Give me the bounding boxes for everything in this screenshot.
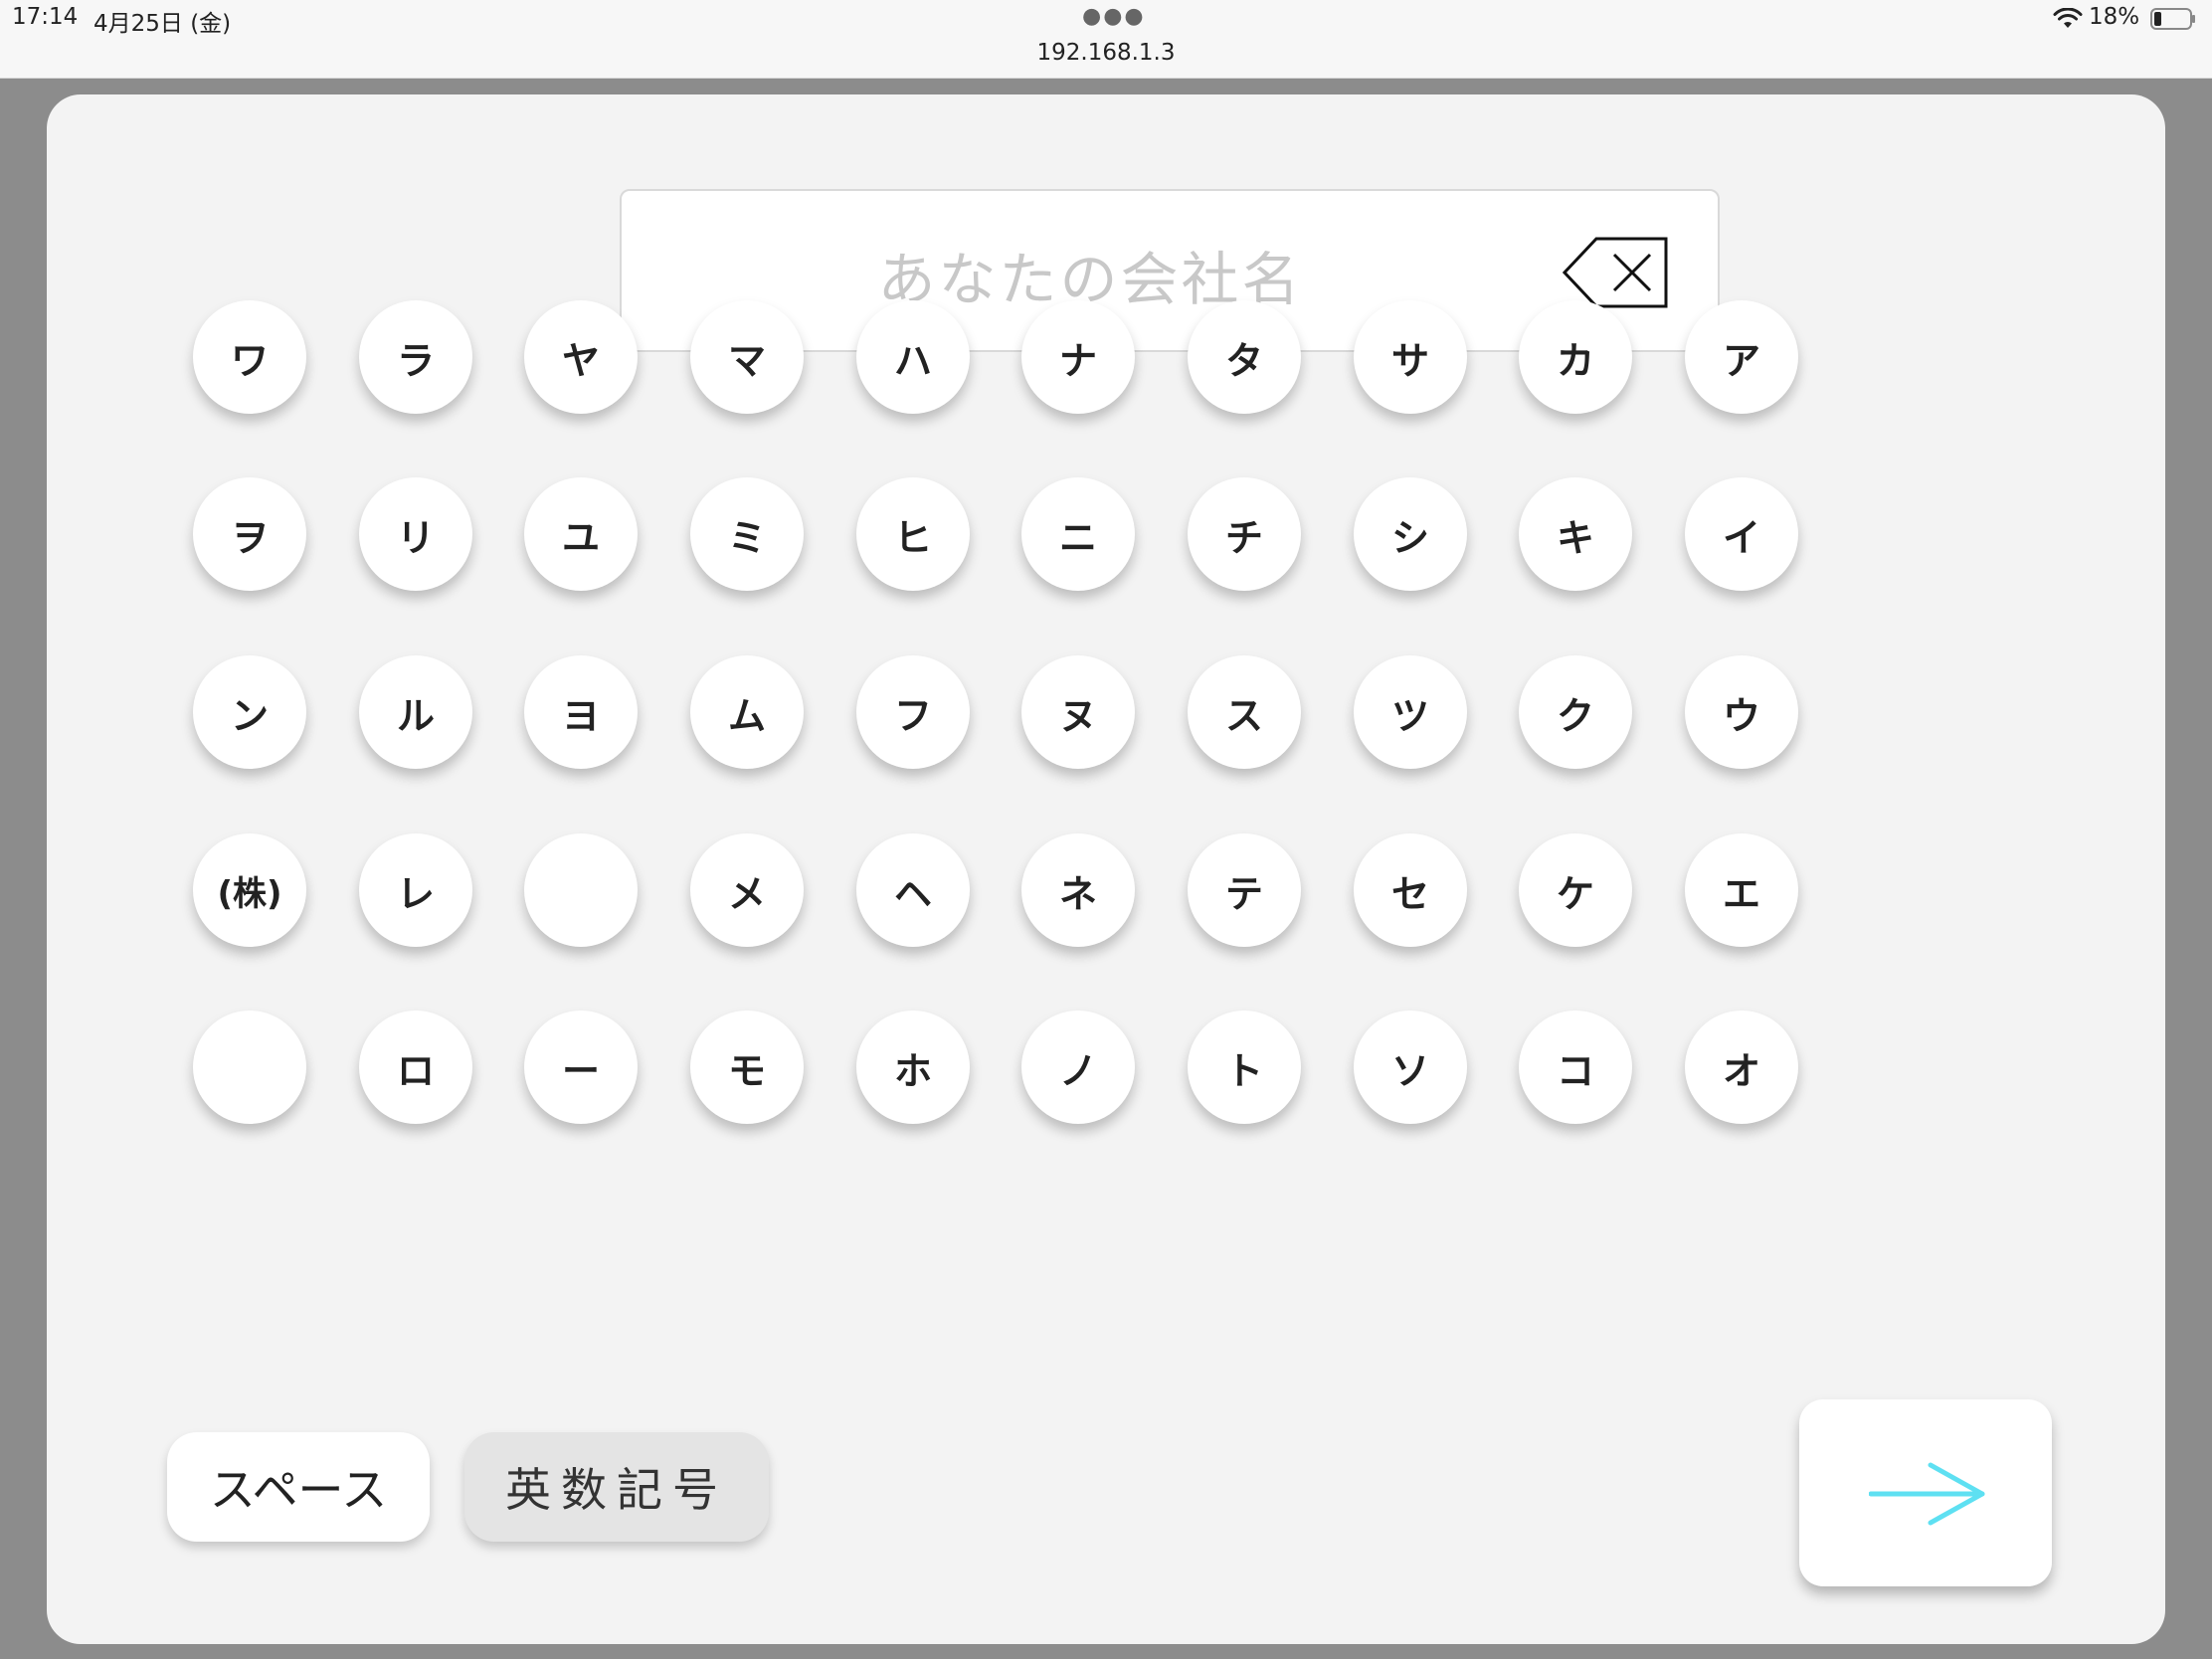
key-0-5[interactable]: ナ: [1021, 300, 1135, 414]
key-2-0[interactable]: ン: [193, 655, 306, 769]
key-4-9[interactable]: オ: [1685, 1011, 1798, 1124]
key-3-8[interactable]: ケ: [1519, 833, 1632, 947]
key-4-8[interactable]: コ: [1519, 1011, 1632, 1124]
key-1-8[interactable]: キ: [1519, 477, 1632, 591]
key-blank[interactable]: [193, 1011, 306, 1124]
arrow-right-icon: [1869, 1462, 1985, 1526]
key-3-9[interactable]: エ: [1685, 833, 1798, 947]
backspace-icon[interactable]: [1563, 235, 1670, 310]
key-2-6[interactable]: ス: [1188, 655, 1301, 769]
address-url[interactable]: 192.168.1.3: [0, 40, 2212, 66]
key-2-5[interactable]: ヌ: [1021, 655, 1135, 769]
key-3-6[interactable]: テ: [1188, 833, 1301, 947]
next-button[interactable]: [1799, 1399, 2052, 1586]
battery-percentage: 18%: [2089, 4, 2140, 30]
more-dots-icon[interactable]: ●●●: [1082, 4, 1146, 29]
key-0-4[interactable]: ハ: [856, 300, 970, 414]
key-0-6[interactable]: タ: [1188, 300, 1301, 414]
battery-icon: [2150, 8, 2195, 30]
key-3-5[interactable]: ネ: [1021, 833, 1135, 947]
key-2-8[interactable]: ク: [1519, 655, 1632, 769]
wifi-icon: [2053, 8, 2083, 28]
key-0-7[interactable]: サ: [1354, 300, 1467, 414]
key-2-1[interactable]: ル: [359, 655, 472, 769]
key-0-2[interactable]: ヤ: [524, 300, 638, 414]
key-1-5[interactable]: ニ: [1021, 477, 1135, 591]
key-1-3[interactable]: ミ: [690, 477, 804, 591]
key-4-1[interactable]: ロ: [359, 1011, 472, 1124]
key-0-3[interactable]: マ: [690, 300, 804, 414]
key-0-9[interactable]: ア: [1685, 300, 1798, 414]
key-2-9[interactable]: ウ: [1685, 655, 1798, 769]
key-2-7[interactable]: ツ: [1354, 655, 1467, 769]
key-blank[interactable]: [524, 833, 638, 947]
key-2-2[interactable]: ヨ: [524, 655, 638, 769]
key-1-2[interactable]: ユ: [524, 477, 638, 591]
key-0-1[interactable]: ラ: [359, 300, 472, 414]
key-1-0[interactable]: ヲ: [193, 477, 306, 591]
key-4-5[interactable]: ノ: [1021, 1011, 1135, 1124]
key-1-9[interactable]: イ: [1685, 477, 1798, 591]
key-3-0[interactable]: (株): [193, 833, 306, 947]
key-3-4[interactable]: ヘ: [856, 833, 970, 947]
key-3-3[interactable]: メ: [690, 833, 804, 947]
key-1-6[interactable]: チ: [1188, 477, 1301, 591]
key-4-3[interactable]: モ: [690, 1011, 804, 1124]
key-2-4[interactable]: フ: [856, 655, 970, 769]
key-3-1[interactable]: レ: [359, 833, 472, 947]
status-time: 17:14: [12, 4, 79, 30]
key-0-0[interactable]: ワ: [193, 300, 306, 414]
key-2-3[interactable]: ム: [690, 655, 804, 769]
key-4-7[interactable]: ソ: [1354, 1011, 1467, 1124]
alphanumeric-symbol-button[interactable]: 英数記号: [464, 1432, 769, 1542]
key-1-1[interactable]: リ: [359, 477, 472, 591]
key-4-2[interactable]: ー: [524, 1011, 638, 1124]
status-date: 4月25日 (金): [93, 11, 232, 37]
key-3-7[interactable]: セ: [1354, 833, 1467, 947]
key-1-7[interactable]: シ: [1354, 477, 1467, 591]
key-0-8[interactable]: カ: [1519, 300, 1632, 414]
key-1-4[interactable]: ヒ: [856, 477, 970, 591]
keyboard-card: あなたの会社名 ワラヤマハナタサカアヲリユミヒニチシキインルヨムフヌスツクウ (株…: [47, 94, 2165, 1644]
key-4-4[interactable]: ホ: [856, 1011, 970, 1124]
key-4-6[interactable]: ト: [1188, 1011, 1301, 1124]
space-button[interactable]: スペース: [167, 1432, 430, 1542]
status-bar: 17:14 4月25日 (金) ●●● 192.168.1.3 18%: [0, 0, 2212, 79]
